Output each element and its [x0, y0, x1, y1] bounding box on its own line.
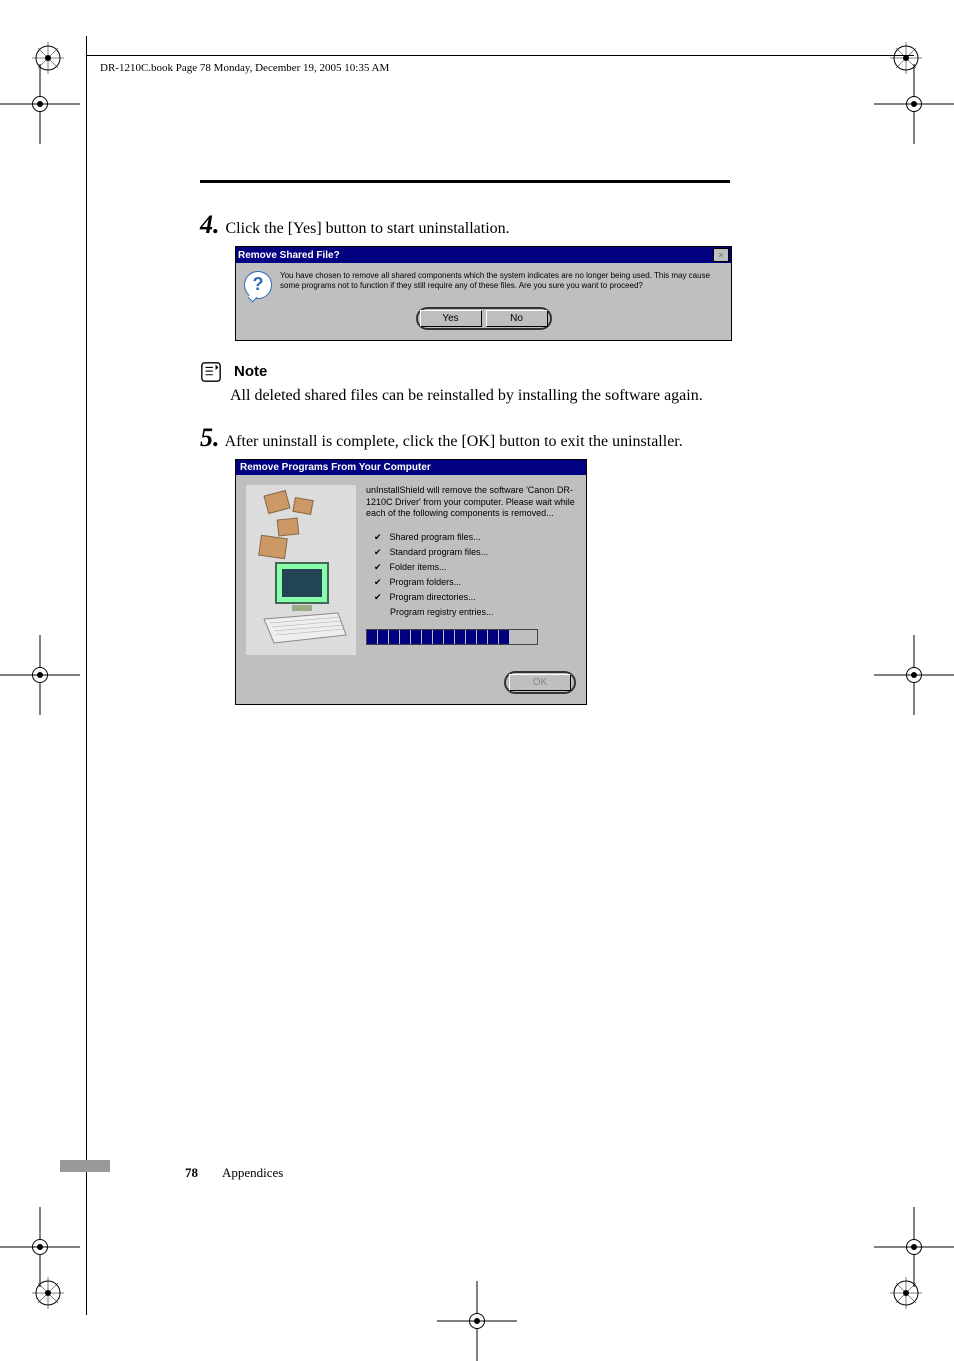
- check-standard: Standard program files...: [374, 545, 576, 560]
- uninstall-artwork: [246, 485, 356, 655]
- step-5-text: After uninstall is complete, click the […: [225, 433, 683, 450]
- close-icon[interactable]: ×: [713, 248, 729, 262]
- ok-button[interactable]: OK: [509, 674, 571, 691]
- crosshair-right-top: [874, 64, 954, 144]
- crosshair-bot-center: [437, 1281, 517, 1361]
- page-content: 4. Click the [Yes] button to start unins…: [200, 210, 760, 705]
- dialog1-titlebar: Remove Shared File? ×: [236, 247, 731, 263]
- dialog2-message: unInstallShield will remove the software…: [366, 485, 576, 520]
- progress-bar: [366, 629, 538, 645]
- section-name: Appendices: [222, 1165, 283, 1181]
- step-5-number: 5.: [200, 423, 220, 452]
- dialog1-message: You have chosen to remove all shared com…: [280, 271, 723, 299]
- yes-button[interactable]: Yes: [420, 310, 482, 327]
- crosshair-left-top: [0, 64, 80, 144]
- check-program-directories: Program directories...: [374, 590, 576, 605]
- step-5: 5. After uninstall is complete, click th…: [200, 423, 760, 453]
- page-footer: 78 Appendices: [185, 1165, 283, 1181]
- dialog1-title: Remove Shared File?: [238, 250, 340, 261]
- question-icon: [244, 271, 272, 299]
- crosshair-right-bot: [874, 1207, 954, 1287]
- header-rule: [86, 55, 914, 56]
- step-4-text: Click the [Yes] button to start uninstal…: [226, 220, 510, 237]
- note-text: All deleted shared files can be reinstal…: [230, 387, 760, 405]
- note-block: Note All deleted shared files can be rei…: [200, 363, 760, 405]
- section-rule: [200, 180, 730, 183]
- dialog2-title: Remove Programs From Your Computer: [236, 460, 586, 475]
- crosshair-left-bot: [0, 1207, 80, 1287]
- check-program-folders: Program folders...: [374, 575, 576, 590]
- check-registry: Program registry entries...: [374, 605, 576, 619]
- thumb-tab: [60, 1160, 110, 1172]
- remove-checklist: Shared program files... Standard program…: [374, 530, 576, 619]
- trim-line-left: [86, 36, 87, 1315]
- step-4-number: 4.: [200, 210, 220, 239]
- note-icon: [200, 361, 222, 383]
- note-label: Note: [234, 363, 267, 380]
- highlight-yes-no: Yes No: [416, 307, 552, 330]
- dialog-remove-shared-file: Remove Shared File? × You have chosen to…: [235, 246, 732, 341]
- check-shared: Shared program files...: [374, 530, 576, 545]
- page-number: 78: [185, 1165, 198, 1181]
- check-folder-items: Folder items...: [374, 560, 576, 575]
- highlight-ok: OK: [504, 671, 576, 694]
- running-head: DR-1210C.book Page 78 Monday, December 1…: [100, 62, 389, 74]
- crosshair-left-mid: [0, 635, 80, 715]
- step-4: 4. Click the [Yes] button to start unins…: [200, 210, 760, 240]
- crosshair-right-mid: [874, 635, 954, 715]
- dialog-remove-programs: Remove Programs From Your Computer: [235, 459, 587, 705]
- no-button[interactable]: No: [486, 310, 548, 327]
